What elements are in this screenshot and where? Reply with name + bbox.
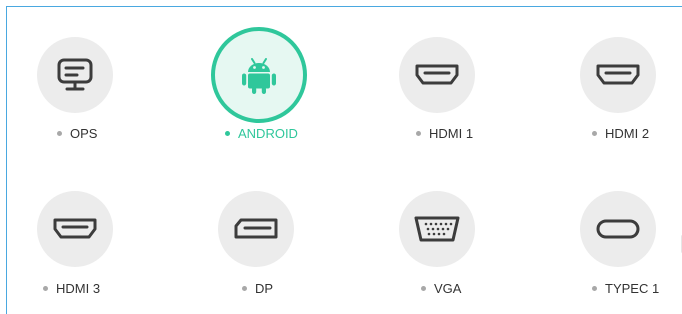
source-label: HDMI 3 <box>43 281 100 296</box>
source-label: OPS <box>57 126 97 141</box>
hdmi-port-icon <box>399 37 475 113</box>
usb-c-port-icon <box>580 191 656 267</box>
source-label: HDMI 2 <box>592 126 649 141</box>
source-android[interactable]: ANDROID <box>211 27 351 157</box>
displayport-icon <box>218 191 294 267</box>
source-label: ANDROID <box>225 126 298 141</box>
status-dot <box>416 131 421 136</box>
source-label: HDMI 1 <box>416 126 473 141</box>
status-dot <box>592 131 597 136</box>
source-ops[interactable]: OPS <box>37 37 177 167</box>
hdmi-port-icon <box>580 37 656 113</box>
status-dot <box>242 286 247 291</box>
status-dot <box>225 131 230 136</box>
source-name: TYPEC 1 <box>605 281 660 296</box>
source-vga[interactable]: VGA <box>399 191 539 314</box>
source-name: DP <box>255 281 274 296</box>
source-dp[interactable]: DP <box>218 191 358 314</box>
vga-port-icon <box>399 191 475 267</box>
status-dot <box>592 286 597 291</box>
source-name: HDMI 2 <box>605 126 650 141</box>
source-hdmi-3[interactable]: HDMI 3 <box>37 191 177 314</box>
source-hdmi-2[interactable]: HDMI 2 <box>580 37 682 167</box>
source-label: TYPEC 1 <box>592 281 659 296</box>
source-label: DP <box>242 281 273 296</box>
source-name: VGA <box>434 281 462 296</box>
source-name: HDMI 3 <box>56 281 101 296</box>
source-panel: OPS ANDROID HDMI 1 HDMI 2 HDMI 3 DP VGA … <box>6 6 682 314</box>
monitor-icon <box>37 37 113 113</box>
source-hdmi-1[interactable]: HDMI 1 <box>399 37 539 167</box>
source-name: OPS <box>70 126 98 141</box>
source-label: VGA <box>421 281 461 296</box>
source-name: HDMI 1 <box>429 126 474 141</box>
status-dot <box>57 131 62 136</box>
source-name: ANDROID <box>238 126 298 141</box>
hdmi-port-icon <box>37 191 113 267</box>
status-dot <box>43 286 48 291</box>
source-typec-1[interactable]: TYPEC 1 <box>580 191 682 314</box>
status-dot <box>421 286 426 291</box>
android-icon <box>211 27 307 123</box>
